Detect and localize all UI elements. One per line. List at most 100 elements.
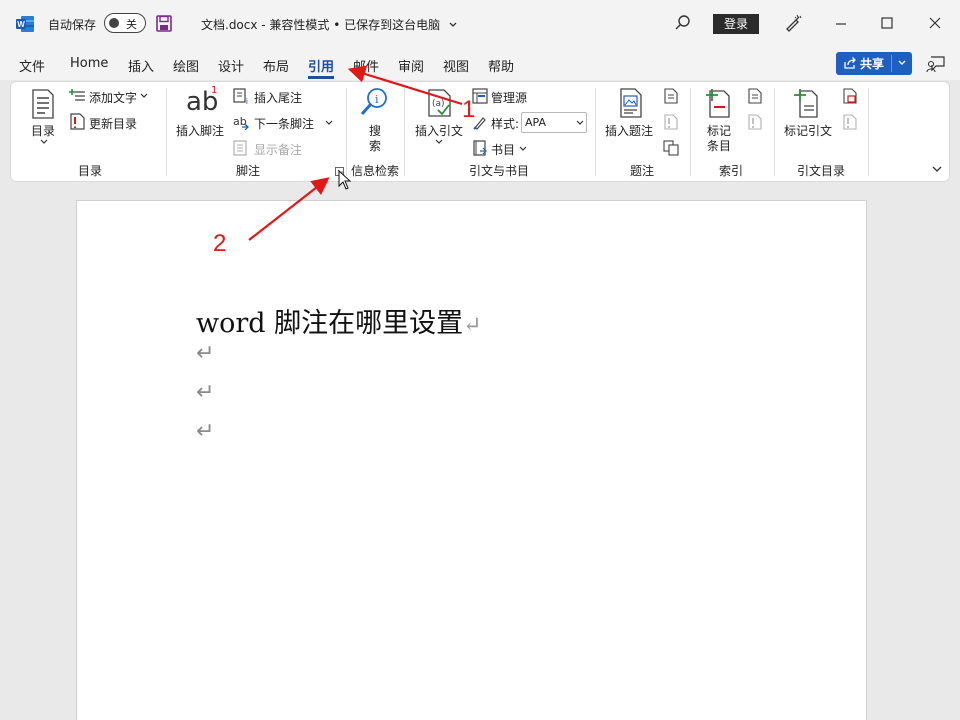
insert-index-icon[interactable] [747,88,762,104]
citation-style-value: APA [525,116,546,129]
bibliography-icon [473,140,487,156]
comment-icon[interactable] [926,55,946,73]
document-page[interactable]: word 脚注在哪里设置↵ ↵ ↵ ↵ [76,200,867,720]
tab-draw[interactable]: 绘图 [173,56,199,75]
mark-entry-icon [706,89,730,118]
svg-text:i: i [375,93,379,106]
group-separator [595,88,596,176]
title-bar: W 自动保存 关 文档.docx - 兼容性模式 • 已保存到这台电脑 登录 [0,0,960,48]
insert-footnote-label: 插入脚注 [176,124,225,138]
tab-home[interactable]: Home [70,56,108,71]
active-tab-underline [308,76,334,79]
tab-view[interactable]: 视图 [443,56,469,75]
group-label-captions: 题注 [630,164,655,178]
document-heading[interactable]: word 脚注在哪里设置↵ [196,301,482,340]
paragraph-mark: ↵ [463,313,482,338]
chevron-down-icon [40,139,48,144]
manage-sources-label: 管理源 [491,91,528,105]
update-index-icon[interactable] [747,114,762,130]
group-separator [868,88,869,176]
insert-citation-label: 插入引文 [415,124,464,138]
menu-bar: 文件 Home 插入 绘图 设计 布局 引用 邮件 审阅 视图 帮助 [0,48,960,80]
tab-references[interactable]: 引用 [308,56,334,75]
bibliography-label: 书目 [491,143,516,157]
insert-citation-icon: (a) [428,89,451,117]
share-label: 共享 [860,57,885,71]
tab-file[interactable]: 文件 [19,56,45,75]
insert-caption-icon [620,88,642,118]
mark-entry-label-line2: 条目 [707,139,732,153]
group-separator [404,88,405,176]
group-label-index: 索引 [719,164,744,178]
heading-text: word 脚注在哪里设置 [196,308,464,339]
citation-style-select[interactable]: APA [521,112,587,133]
add-text-label: 添加文字 [89,91,138,105]
research-search-icon: i [360,88,387,116]
word-logo-icon: W [16,16,34,32]
maximize-icon[interactable] [877,13,897,33]
show-notes-label: 显示备注 [254,143,303,157]
chevron-down-icon [519,146,527,151]
close-icon[interactable] [925,13,945,33]
group-label-research: 信息检索 [351,164,400,178]
group-label-toc: 目录 [78,164,103,178]
next-footnote-label: 下一条脚注 [254,117,315,131]
insert-table-of-figures-icon[interactable] [663,88,678,104]
chevron-down-icon [435,139,443,144]
next-footnote-icon: ab [233,115,249,130]
paragraph-mark: ↵ [196,341,215,366]
group-separator [774,88,775,176]
login-button[interactable]: 登录 [713,14,759,34]
paragraph-mark: ↵ [196,380,215,405]
insert-endnote-label: 插入尾注 [254,91,303,105]
update-figures-table-icon[interactable] [663,114,678,130]
svg-text:W: W [17,20,25,29]
mark-citation-label: 标记引文 [784,124,833,138]
tab-mailings[interactable]: 邮件 [353,56,379,75]
document-title[interactable]: 文档.docx - 兼容性模式 • 已保存到这台电脑 [201,16,458,33]
update-authorities-table-icon[interactable] [842,114,857,130]
ribbon: 目录 添加文字 更新目录 目录 ab 1 插入脚注 i 插入尾注 ab 下一条脚… [10,81,950,182]
chevron-down-icon[interactable] [896,57,908,69]
share-icon [844,57,856,69]
toc-label: 目录 [31,124,56,138]
group-label-footnotes: 脚注 [236,164,261,178]
update-table-icon [70,113,85,130]
document-title-text: 文档.docx - 兼容性模式 • 已保存到这台电脑 [201,18,441,32]
add-text-icon [69,89,85,101]
insert-endnote-icon: i [233,88,248,104]
show-notes-icon [233,140,247,156]
group-separator [690,88,691,176]
designer-pen-icon[interactable] [783,13,803,33]
chevron-down-icon [576,120,584,125]
search-icon[interactable] [674,14,692,32]
cross-reference-icon[interactable] [663,140,679,156]
paragraph-mark: ↵ [196,419,215,444]
share-divider [891,55,892,72]
group-separator [346,88,347,176]
tab-help[interactable]: 帮助 [488,56,514,75]
tab-layout[interactable]: 布局 [263,56,289,75]
minimize-icon[interactable] [831,13,851,33]
ribbon-collapse-chevron-icon[interactable] [931,164,943,174]
annotation-number-1: 1 [462,96,476,123]
save-icon[interactable] [156,15,172,32]
insert-table-of-authorities-icon[interactable] [842,88,858,104]
share-button[interactable]: 共享 [836,52,912,75]
tab-insert[interactable]: 插入 [128,56,154,75]
toggle-state-text: 关 [126,18,137,31]
insert-caption-label: 插入题注 [605,124,654,138]
svg-text:i: i [246,97,248,104]
tab-design[interactable]: 设计 [218,56,244,75]
tab-review[interactable]: 审阅 [398,56,424,75]
mouse-cursor-icon [338,170,351,190]
footnote-superscript: 1 [211,85,218,96]
group-label-citations: 引文与书目 [469,164,530,178]
svg-text:ab: ab [233,115,247,128]
group-separator [166,88,167,176]
autosave-toggle[interactable]: 关 [104,13,146,33]
chevron-down-icon [325,120,333,125]
annotation-number-2: 2 [213,230,227,257]
mark-citation-icon [794,89,818,118]
toggle-knob [109,18,119,28]
